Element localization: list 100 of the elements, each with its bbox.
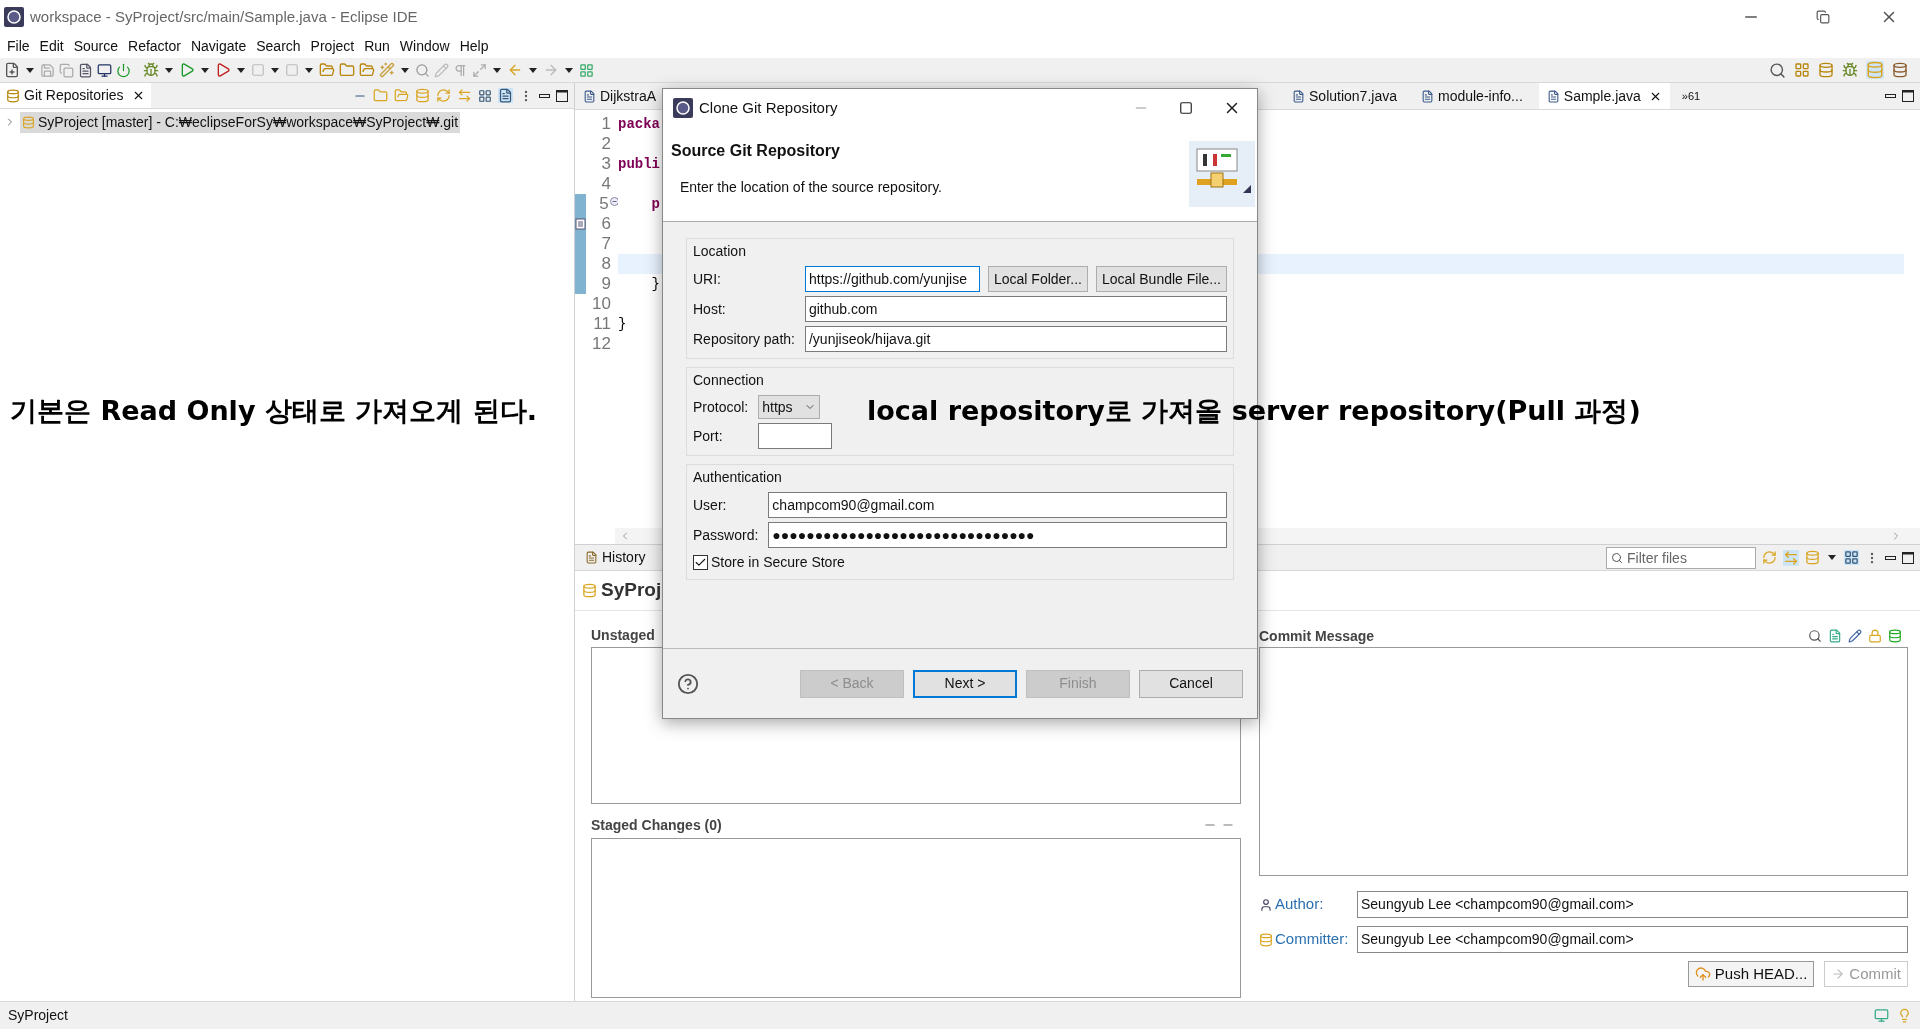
protocol-dropdown[interactable]: https [758,395,821,419]
caret-icon[interactable] [493,67,501,73]
maximize-icon[interactable] [1902,90,1914,102]
text-field[interactable]: /yunjiseok/hijava.git [804,326,1227,352]
text-field[interactable]: ●●●●●●●●●●●●●●●●●●●●●●●●●●●●●●● [768,522,1227,548]
menu-item[interactable]: Refactor [123,35,186,57]
checkbox-box[interactable] [693,555,708,570]
editor-tab[interactable]: DijkstraA [575,83,664,109]
search-icon[interactable] [1808,629,1822,643]
page-heading: Source Git Repository [671,141,841,161]
link-icon[interactable] [457,88,472,103]
push-button[interactable]: Push HEAD... [1687,961,1815,987]
refresh-icon[interactable] [1762,550,1777,565]
search-icon[interactable] [1769,61,1786,79]
monitor-icon[interactable] [97,62,112,78]
task-icon[interactable] [575,218,586,230]
refresh-icon[interactable] [436,88,451,103]
line-number: 4 [600,174,611,194]
maximize-icon[interactable] [1902,551,1914,564]
perspective-icon[interactable] [1794,62,1810,78]
line-number: 11 [592,314,611,334]
text-field[interactable]: github.com [804,296,1227,322]
folder-icon[interactable] [339,62,355,78]
editor-tab[interactable]: module-info... [1412,83,1531,109]
port-field[interactable] [758,423,833,449]
caret-icon[interactable] [1828,555,1836,560]
add-repository-icon[interactable] [415,88,430,103]
line-number: 10 [591,294,611,314]
document-icon[interactable] [1828,629,1842,643]
lightbulb-icon[interactable] [1897,1008,1912,1023]
commit-message-field[interactable] [1259,647,1908,876]
committer-field[interactable]: Seungyub Lee <champcom90@gmail.com> [1357,926,1908,953]
tab-overflow-indicator[interactable]: »61 [1677,83,1705,109]
fold-icon[interactable] [609,196,618,206]
author-label[interactable]: Author: [1259,893,1357,916]
dialog-button[interactable]: Next > [913,669,1017,698]
pilcrow-icon[interactable] [453,62,468,78]
minimize-icon[interactable] [1885,555,1896,560]
repository-icon[interactable] [1805,550,1820,565]
folder-icon[interactable] [373,88,388,103]
wand-icon[interactable] [379,62,395,78]
filter-field[interactable]: Filter files [1606,546,1756,569]
checkbox[interactable]: Store in Secure Store [693,552,1227,573]
bug-icon[interactable] [1842,62,1858,78]
menu-item[interactable]: File [2,35,35,57]
caret-icon[interactable] [165,67,173,73]
back-icon[interactable] [507,62,523,78]
caret-icon[interactable] [565,67,573,73]
git-cylinder-icon[interactable] [1866,61,1884,79]
committer-label[interactable]: Committer: [1259,928,1357,951]
folder-icon[interactable] [359,62,375,78]
restore-icon[interactable] [1816,10,1830,24]
menu-item[interactable]: Project [305,35,360,57]
open-folder-icon[interactable] [319,62,335,78]
menu-item[interactable]: Source [68,35,124,57]
caret-icon[interactable] [529,67,537,73]
notification-icon[interactable] [1874,1008,1889,1023]
maximize-icon[interactable] [556,89,568,102]
menu-item[interactable]: Navigate [185,35,252,57]
editor-tab[interactable]: Solution7.java [1284,83,1405,109]
minimize-icon[interactable] [1885,94,1896,98]
menu-item[interactable]: Search [251,35,306,57]
group-title: Authentication [693,468,783,487]
link-icon[interactable] [1783,549,1799,566]
dialog-button[interactable]: Cancel [1139,669,1243,698]
caret-icon[interactable] [401,67,409,73]
play-icon[interactable] [179,62,195,78]
view-tab[interactable]: History [575,545,656,570]
author-field[interactable]: Seungyub Lee <champcom90@gmail.com> [1357,891,1908,918]
section-title: Staged Changes (0) [591,815,722,835]
minimize-icon[interactable] [539,93,550,98]
document-icon[interactable] [78,62,93,78]
pencil-icon[interactable] [1848,629,1862,643]
caret-icon[interactable] [201,67,209,73]
caret-icon[interactable] [271,67,279,73]
editor-tab[interactable]: Sample.java [1538,83,1670,109]
database-icon[interactable] [1818,62,1834,78]
text-field[interactable]: https://github.com/yunjise [804,266,980,292]
tree-item[interactable]: SyProject [master] - C:₩eclipseForSy₩workspace₩SyProject₩.git [20,111,461,133]
menu-item[interactable]: Window [394,35,455,57]
bug-icon[interactable] [143,62,159,78]
field-label: User: [693,495,728,515]
menu-item[interactable]: Help [454,35,494,57]
browse-button[interactable]: Local Folder... [988,266,1088,292]
browse-button[interactable]: Local Bundle File... [1095,266,1227,292]
menu-item[interactable]: Edit [34,35,69,57]
caret-icon[interactable] [305,67,313,73]
caret-icon[interactable] [26,67,34,73]
new-file-icon[interactable] [4,62,20,78]
view-tab[interactable]: Git Repositories [0,83,151,108]
text-field[interactable]: champcom90@gmail.com [768,492,1227,518]
dialog-title: Clone Git Repository [699,97,838,118]
lock-icon[interactable] [1868,629,1882,643]
menu-item[interactable]: Run [359,35,395,57]
line-number: 5 [598,194,609,214]
maximize-icon[interactable] [1179,101,1193,115]
run-tool-icon[interactable] [215,62,231,78]
help-icon[interactable] [677,672,699,695]
save-icon[interactable] [40,62,55,78]
caret-icon[interactable] [237,67,245,73]
